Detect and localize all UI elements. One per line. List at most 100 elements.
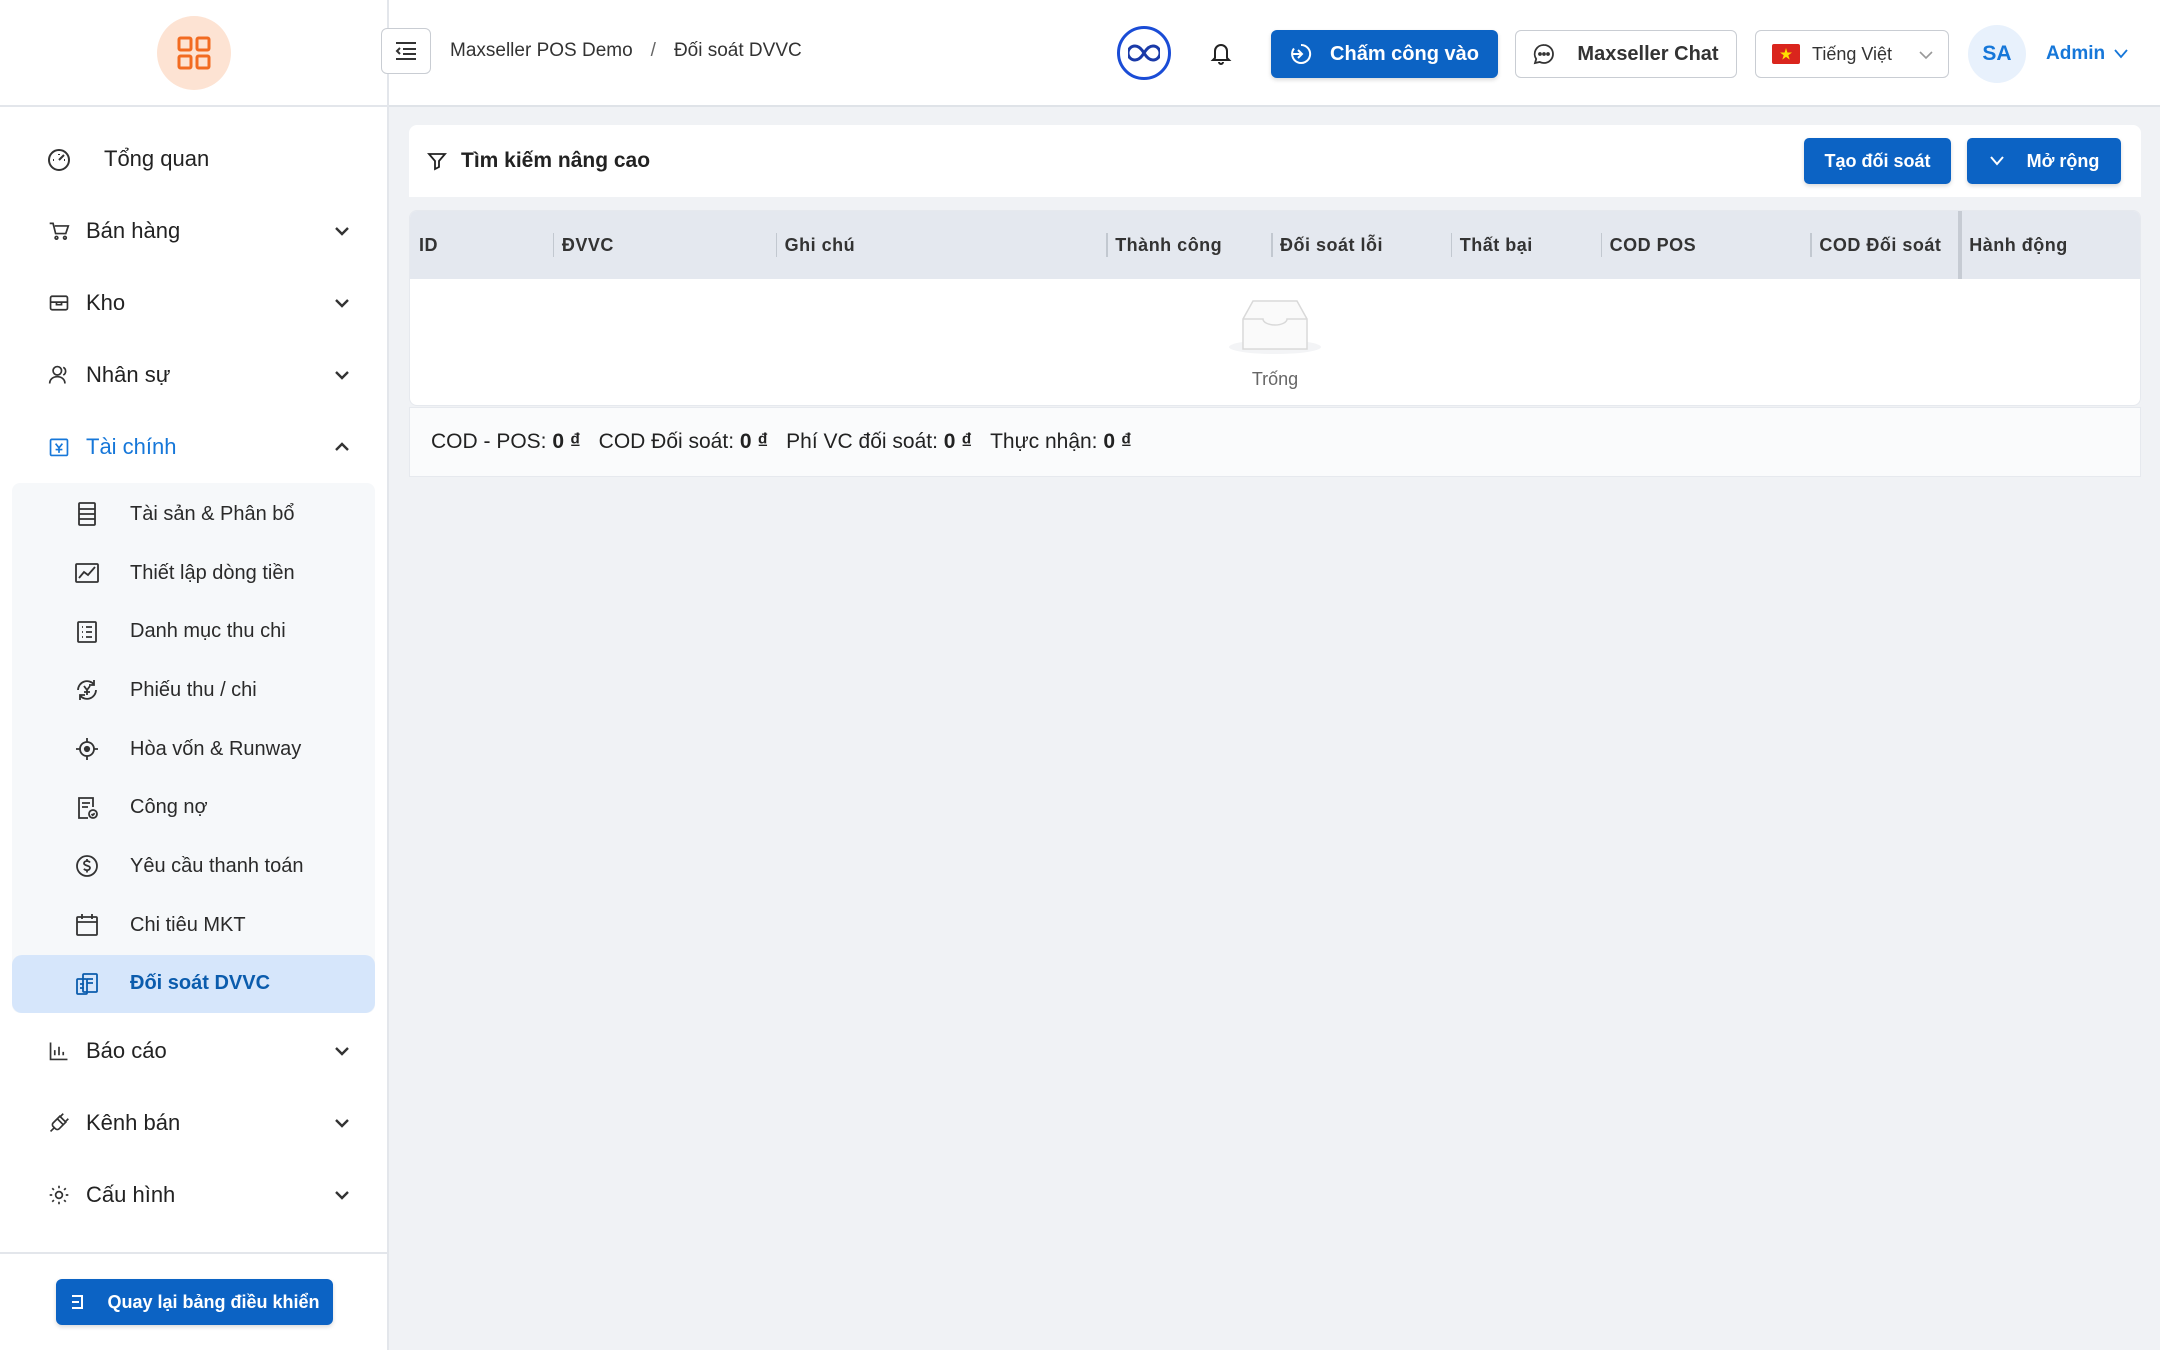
- notification-button[interactable]: [1210, 41, 1232, 65]
- sidebar-item-settings[interactable]: Cấu hình: [0, 1159, 387, 1231]
- sidebar-subitem-shipping-reconcile[interactable]: Đối soát DVVC: [12, 954, 375, 1014]
- exit-icon: [72, 1295, 84, 1309]
- sidebar-subitem-assets[interactable]: Tài sản & Phân bổ: [12, 485, 375, 544]
- breadcrumb: Maxseller POS Demo / Đối soát DVVC: [450, 40, 802, 62]
- create-reconcile-button[interactable]: Tạo đối soát: [1804, 138, 1951, 184]
- sidebar-subitem-cashflow[interactable]: Thiết lập dòng tiền: [12, 544, 375, 603]
- dashboard-icon: [48, 149, 70, 171]
- sidebar-subitem-label: Danh mục thu chi: [130, 620, 286, 643]
- sidebar-subitem-categories[interactable]: Danh mục thu chi: [12, 602, 375, 661]
- summary-cod-pos-label: COD - POS:: [431, 430, 547, 453]
- target-icon: [76, 738, 98, 761]
- sidebar-item-label: Cấu hình: [86, 1182, 176, 1208]
- chevron-down-icon: [335, 1047, 349, 1056]
- sidebar-subitem-payment-request[interactable]: Yêu cầu thanh toán: [12, 837, 375, 896]
- user-menu[interactable]: Admin: [2046, 43, 2129, 65]
- brand-circle[interactable]: [1117, 26, 1171, 80]
- summary-ship-fee: Phí VC đối soát: 0 ₫: [786, 430, 972, 454]
- user-name: Admin: [2046, 43, 2106, 64]
- sidebar-subitem-breakeven[interactable]: Hòa vốn & Runway: [12, 720, 375, 779]
- chat-icon: [1534, 44, 1555, 65]
- summary-cod-reconcile: COD Đối soát: 0 ₫: [599, 430, 769, 454]
- sidebar-subitem-label: Đối soát DVVC: [130, 972, 271, 995]
- column-header-id[interactable]: ID: [410, 211, 553, 279]
- sidebar-item-overview[interactable]: Tổng quan: [0, 123, 387, 195]
- breadcrumb-separator: /: [650, 40, 656, 61]
- summary-received-value: 0 ₫: [1103, 430, 1132, 453]
- dollar-circle-icon: [76, 855, 98, 878]
- plug-icon: [49, 1113, 69, 1133]
- language-value: Tiếng Việt: [1812, 43, 1893, 64]
- column-header-success[interactable]: Thành công: [1106, 211, 1271, 279]
- sidebar-item-reports[interactable]: Báo cáo: [0, 1015, 387, 1087]
- back-button-label: Quay lại bảng điều khiển: [107, 1291, 320, 1312]
- sidebar-item-finance[interactable]: Tài chính: [0, 411, 387, 483]
- sidebar-item-label: Tổng quan: [104, 146, 210, 171]
- summary-received: Thực nhận: 0 ₫: [990, 430, 1132, 454]
- chevron-down-icon: [2114, 49, 2128, 59]
- grid-icon: [177, 36, 210, 69]
- avatar[interactable]: SA: [1968, 25, 2026, 83]
- empty-state: Trống: [410, 279, 2140, 405]
- punch-in-label: Chấm công vào: [1330, 42, 1479, 65]
- line-chart-icon: [75, 563, 99, 583]
- currency-cycle-icon: [77, 680, 97, 701]
- finance-icon: [49, 438, 69, 457]
- sidebar-toggle-button[interactable]: [381, 28, 431, 74]
- column-header-note[interactable]: Ghi chú: [775, 211, 1107, 279]
- vietnam-flag-icon: [1772, 44, 1800, 64]
- expand-button[interactable]: Mở rộng: [1967, 138, 2121, 184]
- sidebar-subitem-label: Chi tiêu MKT: [130, 913, 246, 936]
- sidebar-item-warehouse[interactable]: Kho: [0, 267, 387, 339]
- login-icon: [1291, 43, 1312, 64]
- sidebar-item-label: Bán hàng: [86, 218, 181, 243]
- reconcile-icon: [76, 972, 98, 995]
- column-header-cod-pos[interactable]: COD POS: [1600, 211, 1811, 279]
- summary-cod-pos-value: 0 ₫: [552, 430, 581, 453]
- users-icon: [48, 365, 67, 384]
- empty-inbox-icon: [1229, 299, 1321, 354]
- chevron-down-icon: [1989, 156, 2004, 166]
- top-header: Maxseller POS Demo / Đối soát DVVC Chấm …: [381, 0, 2160, 107]
- column-header-cod-reconcile[interactable]: COD Đối soát: [1810, 211, 1960, 279]
- gear-icon: [49, 1185, 69, 1205]
- column-header-failed[interactable]: Thất bại: [1450, 211, 1601, 279]
- column-header-reconcile-error[interactable]: Đối soát lỗi: [1271, 211, 1451, 279]
- language-select[interactable]: Tiếng Việt: [1755, 30, 1949, 78]
- sidebar-item-channels[interactable]: Kênh bán: [0, 1087, 387, 1159]
- ledger-icon: [78, 502, 96, 527]
- main-content: Tìm kiếm nâng cao Tạo đối soát Mở rộng I…: [409, 125, 2141, 477]
- sidebar-item-label: Báo cáo: [86, 1038, 167, 1064]
- sidebar-subitem-marketing[interactable]: Chi tiêu MKT: [12, 896, 375, 955]
- bell-icon: [1210, 44, 1232, 65]
- sidebar-subitem-debt[interactable]: Công nợ: [12, 778, 375, 837]
- sidebar-item-label: Kênh bán: [86, 1110, 181, 1136]
- avatar-initials: SA: [1982, 42, 2012, 65]
- menu-fold-icon: [395, 42, 416, 60]
- app-logo[interactable]: [156, 15, 231, 90]
- sidebar-subitem-vouchers[interactable]: Phiếu thu / chi: [12, 661, 375, 720]
- sidebar-logo-area: [0, 0, 387, 107]
- sidebar-item-label: Kho: [86, 290, 126, 315]
- summary-ship-fee-label: Phí VC đối soát:: [786, 430, 938, 453]
- warehouse-icon: [49, 295, 69, 311]
- breadcrumb-root[interactable]: Maxseller POS Demo: [450, 40, 633, 62]
- column-header-carrier[interactable]: ĐVVC: [552, 211, 776, 279]
- back-to-dashboard-button[interactable]: Quay lại bảng điều khiển: [56, 1279, 333, 1325]
- sidebar-item-hr[interactable]: Nhân sự: [0, 339, 387, 411]
- summary-cod-pos: COD - POS: 0 ₫: [431, 430, 581, 454]
- column-header-actions: Hành động: [1958, 211, 2140, 279]
- summary-bar: COD - POS: 0 ₫ COD Đối soát: 0 ₫ Phí VC …: [409, 407, 2141, 477]
- chevron-down-icon: [1919, 51, 1933, 60]
- punch-in-button[interactable]: Chấm công vào: [1271, 30, 1498, 78]
- chevron-down-icon: [335, 1119, 349, 1128]
- chat-button[interactable]: Maxseller Chat: [1515, 30, 1737, 78]
- sidebar-footer: Quay lại bảng điều khiển: [0, 1252, 387, 1350]
- sidebar-item-sales[interactable]: Bán hàng: [0, 195, 387, 267]
- sidebar-item-label: Tài chính: [86, 434, 177, 459]
- advanced-search-title[interactable]: Tìm kiếm nâng cao: [461, 149, 650, 173]
- sidebar-subitem-label: Hòa vốn & Runway: [130, 737, 302, 760]
- sidebar-subitem-label: Công nợ: [130, 796, 208, 819]
- chevron-down-icon: [335, 1191, 349, 1200]
- cart-icon: [49, 222, 70, 240]
